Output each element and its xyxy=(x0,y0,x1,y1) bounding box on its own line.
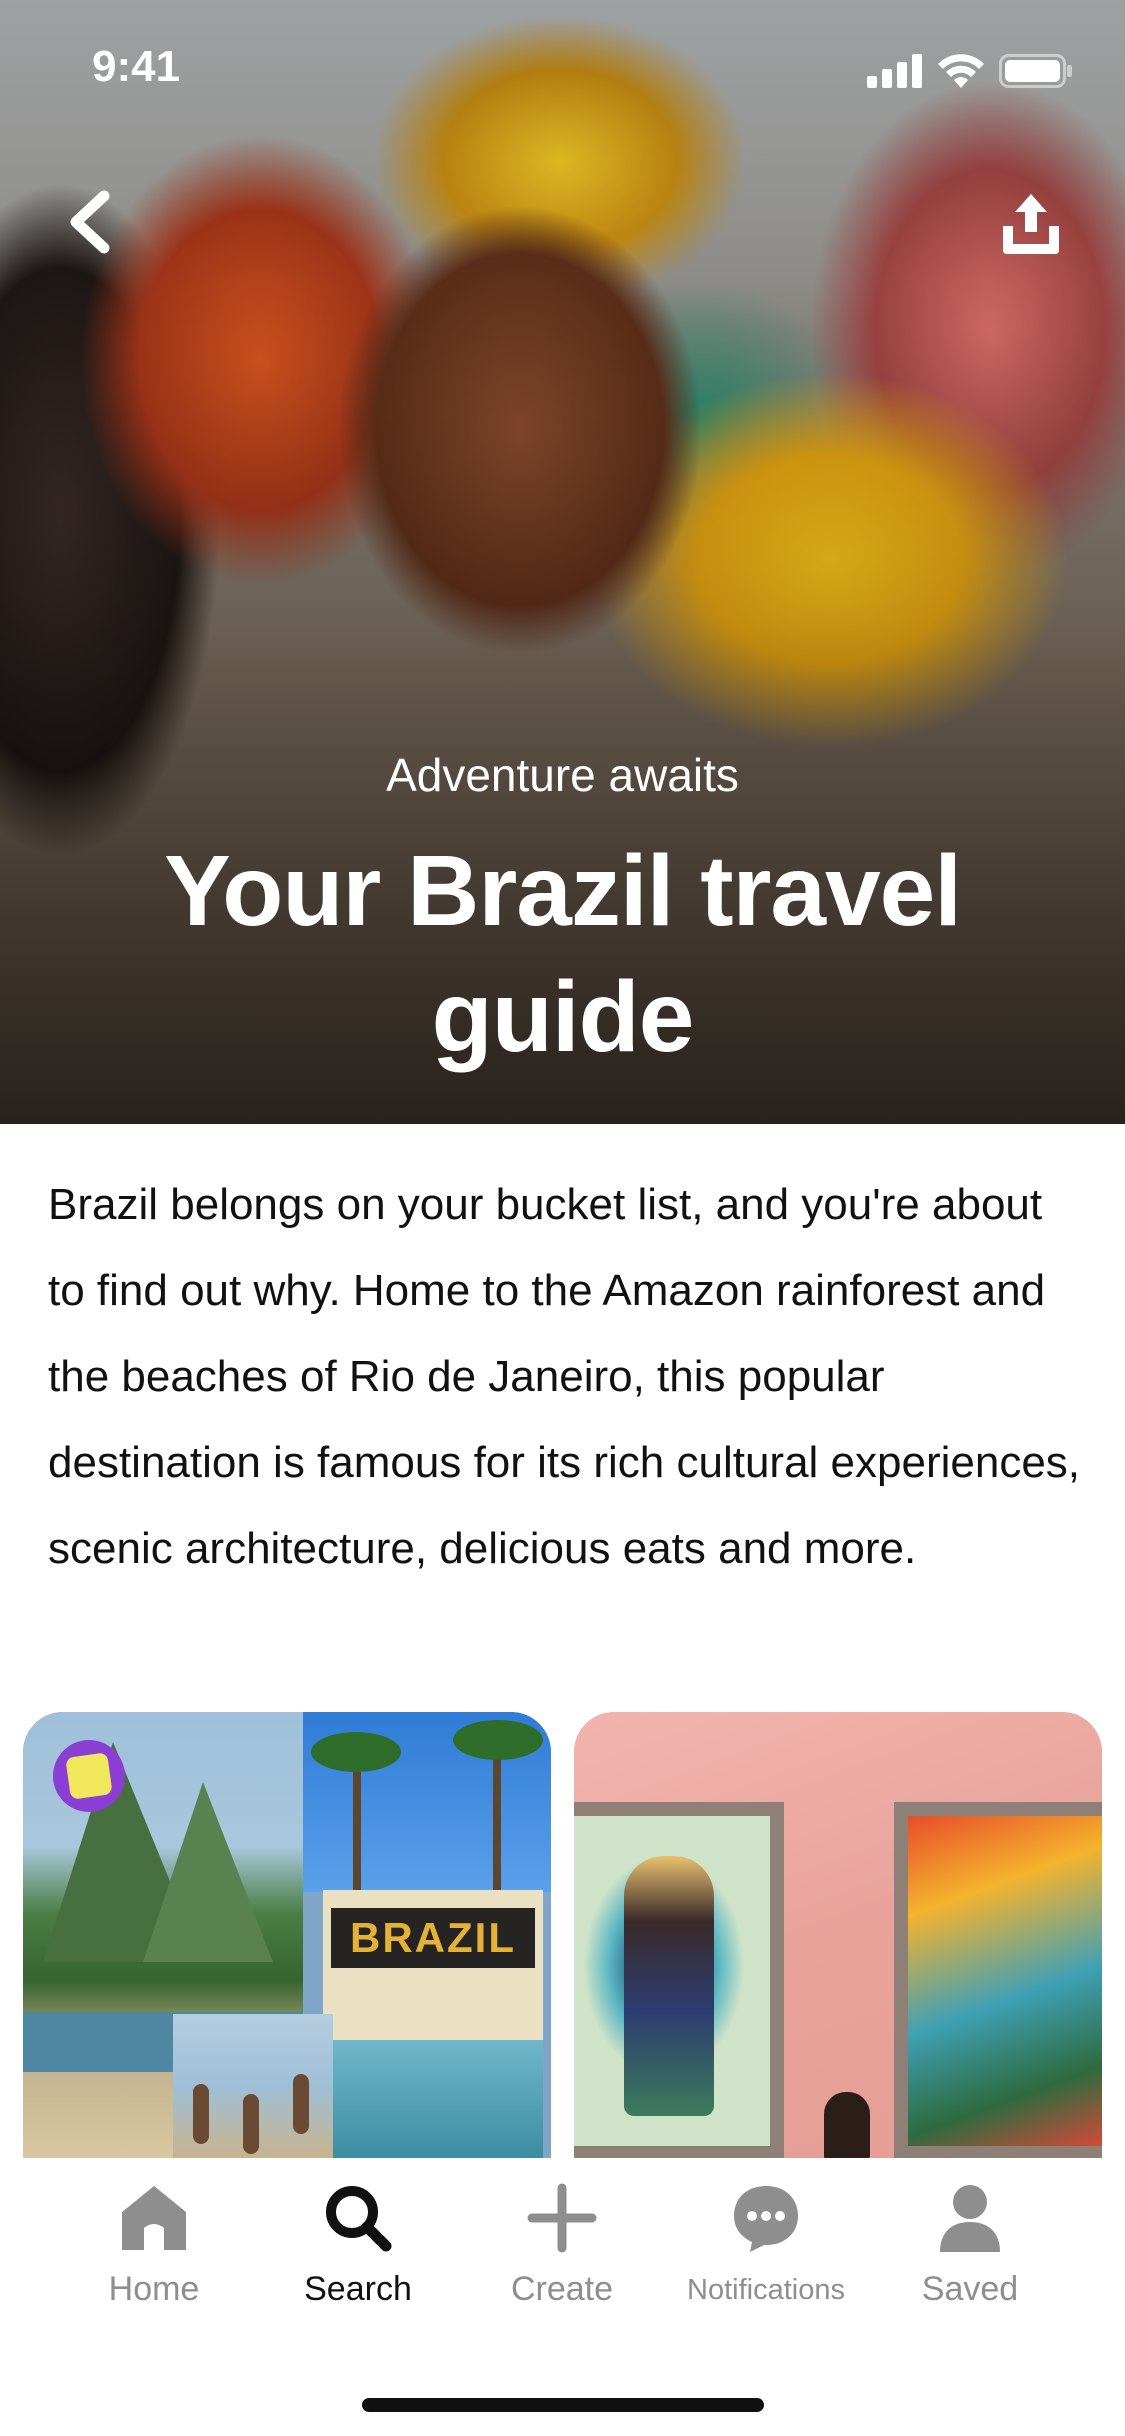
poster-title: BRAZIL xyxy=(331,1908,535,1968)
signal-icon xyxy=(867,54,922,88)
tab-notifications-label: Notifications xyxy=(687,2274,845,2306)
tab-search-label: Search xyxy=(304,2270,412,2308)
share-upload-icon xyxy=(1003,194,1059,254)
page-title: Your Brazil travel guide xyxy=(163,835,962,1073)
status-time: 9:41 xyxy=(92,42,181,91)
share-button[interactable] xyxy=(995,188,1067,260)
chevron-left-icon xyxy=(70,190,110,254)
battery-icon xyxy=(999,54,1072,88)
tab-saved-label: Saved xyxy=(921,2270,1019,2308)
status-bar: 9:41 xyxy=(0,0,1125,130)
hero-image: 9:41 Adventure awaits Your Brazil travel… xyxy=(0,0,1125,1124)
plus-icon xyxy=(527,2183,597,2253)
back-button[interactable] xyxy=(60,186,124,258)
tab-home-label: Home xyxy=(108,2270,200,2308)
collage-palm-photo xyxy=(303,1712,551,1892)
intro-paragraph: Brazil belongs on your bucket list, and … xyxy=(48,1180,1081,1573)
creator-badge-icon[interactable] xyxy=(53,1740,125,1812)
home-indicator[interactable] xyxy=(362,2398,764,2412)
tab-create-label: Create xyxy=(510,2270,614,2308)
hero-eyebrow: Adventure awaits xyxy=(386,749,739,801)
status-icons xyxy=(867,54,1073,88)
collage-beach-photo xyxy=(173,2014,333,2160)
tab-search[interactable]: Search xyxy=(258,2182,458,2312)
chat-bubble-icon xyxy=(734,2186,798,2252)
brazil-poster: BRAZIL xyxy=(323,1890,543,2160)
tab-create[interactable]: Create xyxy=(462,2182,662,2312)
tab-home[interactable]: Home xyxy=(54,2182,254,2312)
home-icon xyxy=(122,2186,186,2250)
person-icon xyxy=(940,2185,1000,2252)
search-icon xyxy=(326,2186,392,2252)
tab-saved[interactable]: Saved xyxy=(870,2182,1070,2312)
tab-notifications[interactable]: Notifications xyxy=(666,2182,866,2312)
pin-card-mural-wall[interactable] xyxy=(574,1712,1102,2160)
bottom-tab-bar: Home Search Create Notifications Saved xyxy=(0,2158,1125,2436)
wifi-icon xyxy=(938,54,984,88)
mural-photo xyxy=(574,1712,1102,2160)
pin-card-brazil-collage[interactable]: BRAZIL xyxy=(23,1712,551,2160)
